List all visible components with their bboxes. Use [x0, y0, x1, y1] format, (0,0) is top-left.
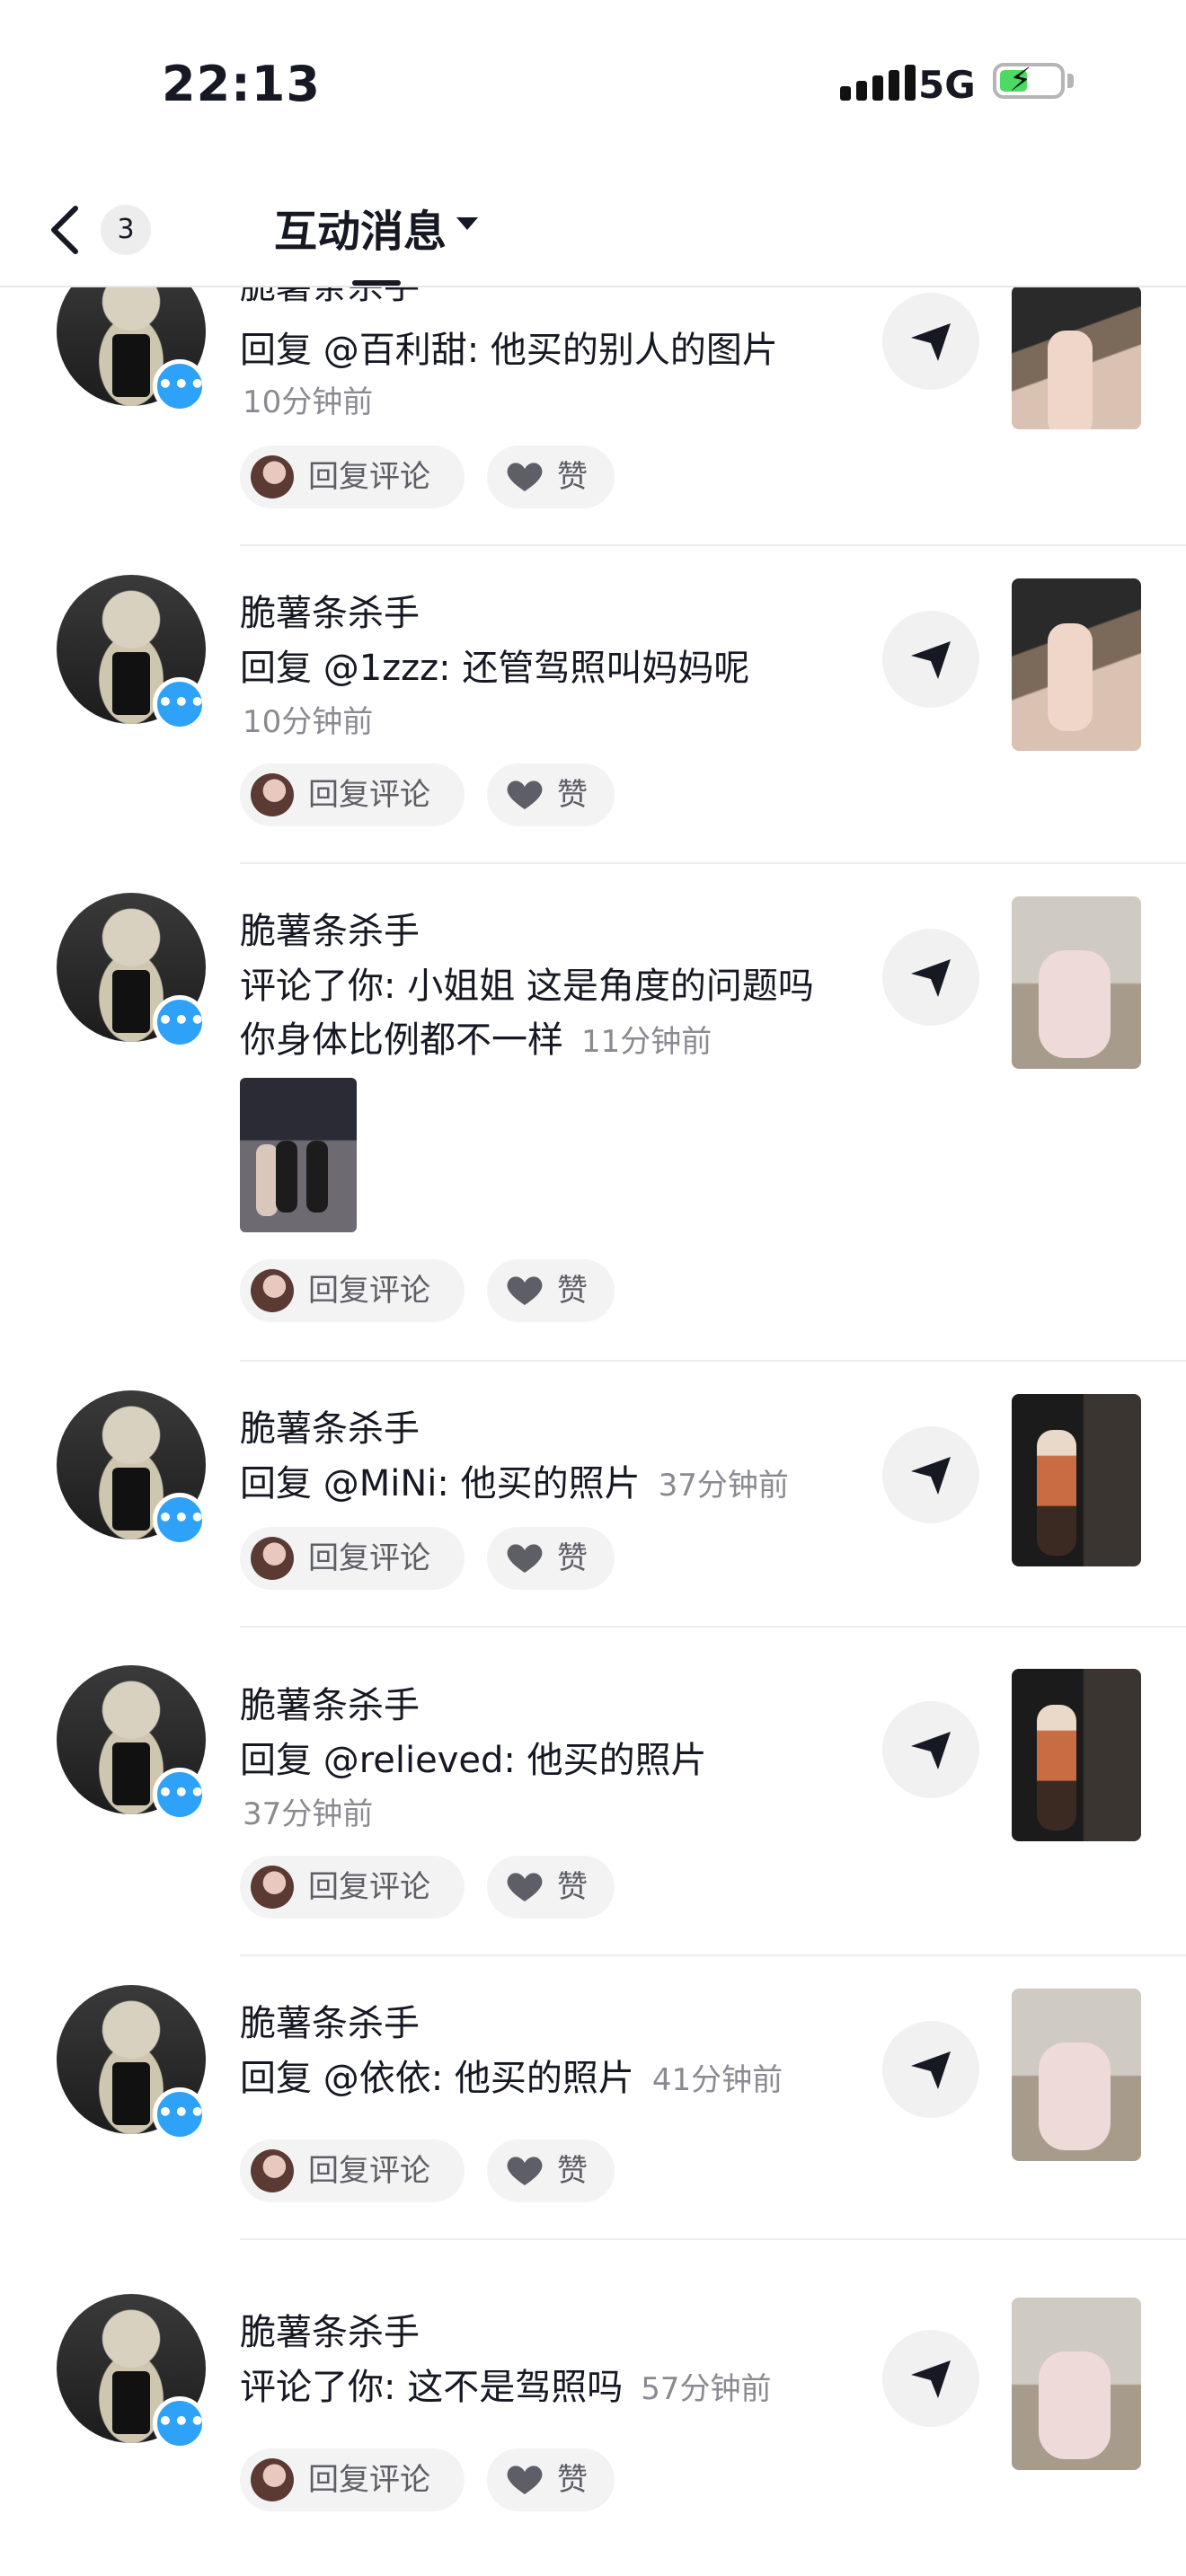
share-button[interactable] [882, 1426, 979, 1523]
reply-comment-button[interactable]: 回复评论 [240, 1527, 465, 1590]
share-button[interactable] [882, 1701, 979, 1798]
send-icon [911, 641, 951, 679]
message-time: 11分钟前 [581, 1024, 712, 1060]
user-name[interactable]: 脆薯条杀手 [240, 1994, 420, 2046]
nav-bar: 3 互动消息 [0, 171, 1186, 287]
message-time: 10分钟前 [243, 704, 374, 740]
status-bar: 22:13 5G ⚡ [0, 0, 1186, 171]
send-icon [911, 323, 951, 361]
comment-badge-icon: ••• [153, 2396, 207, 2450]
message-text: 回复 @MiNi: 他买的照片 37分钟前 [240, 1463, 789, 1504]
divider [240, 1360, 1186, 1362]
like-button[interactable]: 赞 [487, 2139, 615, 2202]
video-thumbnail[interactable] [1012, 286, 1141, 429]
user-name[interactable]: 脆薯条杀手 [240, 1676, 420, 1728]
user-name[interactable]: 脆薯条杀手 [240, 2303, 420, 2355]
like-button[interactable]: 赞 [487, 2448, 615, 2511]
send-icon [911, 2051, 951, 2089]
message-text: 回复 @依依: 他买的照片 41分钟前 [240, 2058, 783, 2099]
reply-comment-button[interactable]: 回复评论 [240, 446, 465, 508]
user-name[interactable]: 脆薯条杀手 [240, 902, 420, 954]
like-button[interactable]: 赞 [487, 1856, 615, 1919]
message-time: 57分钟前 [641, 2371, 772, 2407]
heart-icon [507, 463, 543, 491]
comment-badge-icon: ••• [153, 1768, 207, 1822]
battery-tip [1067, 74, 1074, 88]
video-thumbnail[interactable] [1012, 896, 1141, 1069]
send-icon [911, 959, 951, 997]
signal-icon [840, 65, 916, 101]
video-thumbnail[interactable] [1012, 578, 1141, 751]
share-button[interactable] [882, 293, 979, 390]
message-time: 37分钟前 [243, 1796, 374, 1832]
comment-badge-icon: ••• [153, 1493, 207, 1547]
user-name[interactable]: 脆薯条杀手 [240, 1399, 420, 1451]
avatar [251, 455, 294, 498]
divider [240, 1626, 1186, 1628]
video-thumbnail[interactable] [1012, 1394, 1141, 1566]
heart-icon [507, 2157, 543, 2185]
message-time: 41分钟前 [651, 2062, 783, 2098]
comment-badge-icon: ••• [153, 995, 207, 1049]
message-text: 评论了你: 小姐姐 这是角度的问题吗你身体比例都不一样 11分钟前 [240, 966, 814, 1061]
message-text: 评论了你: 这不是驾照吗 57分钟前 [240, 2367, 772, 2408]
divider [240, 862, 1186, 864]
message-text: 回复 @百利甜: 他买的别人的图片 [240, 330, 778, 371]
divider [240, 2238, 1186, 2240]
reply-comment-button[interactable]: 回复评论 [240, 763, 465, 826]
title-underline [352, 280, 401, 286]
video-thumbnail[interactable] [1012, 2298, 1141, 2470]
user-name[interactable]: 脆薯条杀手 [240, 584, 420, 636]
share-button[interactable] [882, 929, 979, 1026]
comment-badge-icon: ••• [153, 677, 207, 731]
video-thumbnail[interactable] [1012, 1989, 1141, 2161]
like-button[interactable]: 赞 [487, 1259, 615, 1322]
message-text: 回复 @1zzz: 还管驾照叫妈妈呢 [240, 648, 750, 689]
reply-comment-button[interactable]: 回复评论 [240, 2448, 465, 2511]
heart-icon [507, 1873, 543, 1901]
back-icon[interactable] [43, 203, 88, 257]
reply-comment-button[interactable]: 回复评论 [240, 1259, 465, 1322]
share-button[interactable] [882, 2021, 979, 2118]
unread-count-badge: 3 [101, 205, 151, 255]
reply-comment-button[interactable]: 回复评论 [240, 1856, 465, 1919]
like-button[interactable]: 赞 [487, 763, 615, 826]
message-time: 10分钟前 [243, 384, 374, 420]
battery-icon: ⚡ [993, 63, 1065, 99]
divider [240, 1954, 1186, 1956]
network-label: 5G [918, 63, 976, 107]
avatar [251, 1866, 294, 1909]
message-text: 回复 @relieved: 他买的照片 [240, 1740, 707, 1781]
avatar [251, 2149, 294, 2192]
divider [240, 544, 1186, 546]
comment-badge-icon: ••• [153, 2087, 207, 2141]
heart-icon [507, 781, 543, 809]
heart-icon [507, 1276, 543, 1305]
comment-image[interactable] [240, 1078, 357, 1232]
avatar [251, 1269, 294, 1312]
like-button[interactable]: 赞 [487, 446, 615, 508]
send-icon [911, 1457, 951, 1495]
heart-icon [507, 1544, 543, 1573]
share-button[interactable] [882, 2330, 979, 2427]
message-time: 37分钟前 [658, 1468, 789, 1504]
video-thumbnail[interactable] [1012, 1669, 1141, 1841]
share-button[interactable] [882, 611, 979, 708]
reply-comment-button[interactable]: 回复评论 [240, 2139, 465, 2202]
caret-down-icon[interactable] [456, 217, 478, 230]
avatar [251, 2458, 294, 2501]
status-time: 22:13 [162, 56, 321, 112]
heart-icon [507, 2466, 543, 2494]
avatar [251, 773, 294, 816]
avatar [251, 1537, 294, 1580]
like-button[interactable]: 赞 [487, 1527, 615, 1590]
send-icon [911, 1732, 951, 1769]
page-title[interactable]: 互动消息 [274, 196, 447, 259]
send-icon [911, 2360, 951, 2398]
comment-badge-icon: ••• [153, 359, 207, 413]
